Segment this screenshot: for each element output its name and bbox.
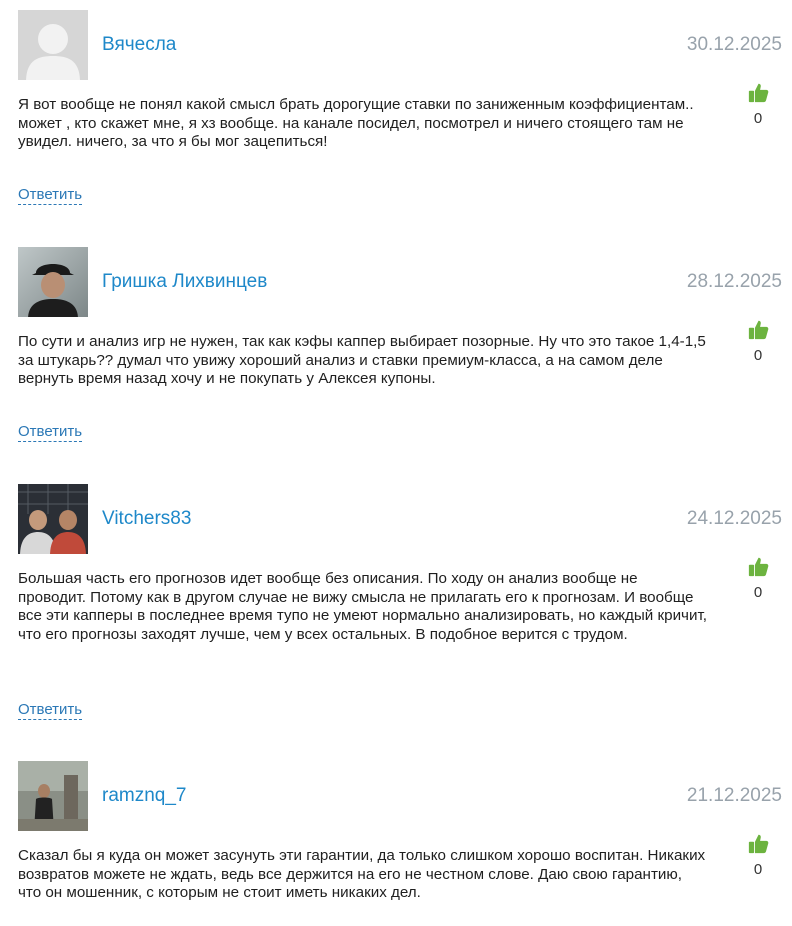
author-name[interactable]: ramznq_7 (102, 785, 187, 807)
user-photo-icon (18, 484, 88, 554)
author-name[interactable]: Вячесла (102, 34, 176, 56)
like-widget: 0 (742, 82, 774, 127)
comment-date: 30.12.2025 (686, 34, 782, 55)
like-count: 0 (753, 584, 763, 601)
like-count: 0 (753, 347, 763, 364)
avatar (18, 247, 88, 317)
comment: Vitchers83 24.12.2025 Большая часть его … (0, 484, 792, 724)
comment-text: Сказал бы я куда он может засунуть эти г… (18, 847, 706, 902)
avatar (18, 484, 88, 554)
comment: Гришка Лихвинцев 28.12.2025 По сути и ан… (0, 247, 792, 447)
like-widget: 0 (742, 319, 774, 364)
thumbs-up-icon[interactable] (748, 833, 769, 854)
thumbs-up-icon[interactable] (748, 82, 769, 103)
comment: ramznq_7 21.12.2025 Сказал бы я куда он … (0, 761, 792, 921)
thumbs-up-icon[interactable] (748, 319, 769, 340)
reply-link[interactable]: Ответить (18, 701, 83, 720)
user-photo-icon (18, 761, 88, 831)
comment: Вячесла 30.12.2025 Я вот вообще не понял… (0, 10, 792, 210)
author-name[interactable]: Гришка Лихвинцев (102, 271, 267, 293)
thumbs-up-icon[interactable] (748, 556, 769, 577)
comment-date: 21.12.2025 (686, 785, 782, 806)
comment-text: Большая часть его прогнозов идет вообще … (18, 570, 707, 643)
author-name[interactable]: Vitchers83 (102, 508, 191, 530)
comment-date: 28.12.2025 (686, 271, 782, 292)
comment-date: 24.12.2025 (686, 508, 782, 529)
avatar (18, 761, 88, 831)
comment-text: По сути и анализ игр не нужен, так как к… (18, 333, 706, 388)
reply-link[interactable]: Ответить (18, 186, 83, 205)
avatar (18, 10, 88, 80)
comment-text: Я вот вообще не понял какой смысл брать … (18, 96, 694, 151)
user-silhouette-icon (18, 10, 88, 80)
like-widget: 0 (742, 556, 774, 601)
user-photo-icon (18, 247, 88, 317)
reply-link[interactable]: Ответить (18, 423, 83, 442)
like-count: 0 (753, 861, 763, 878)
like-count: 0 (753, 110, 763, 127)
like-widget: 0 (742, 833, 774, 878)
